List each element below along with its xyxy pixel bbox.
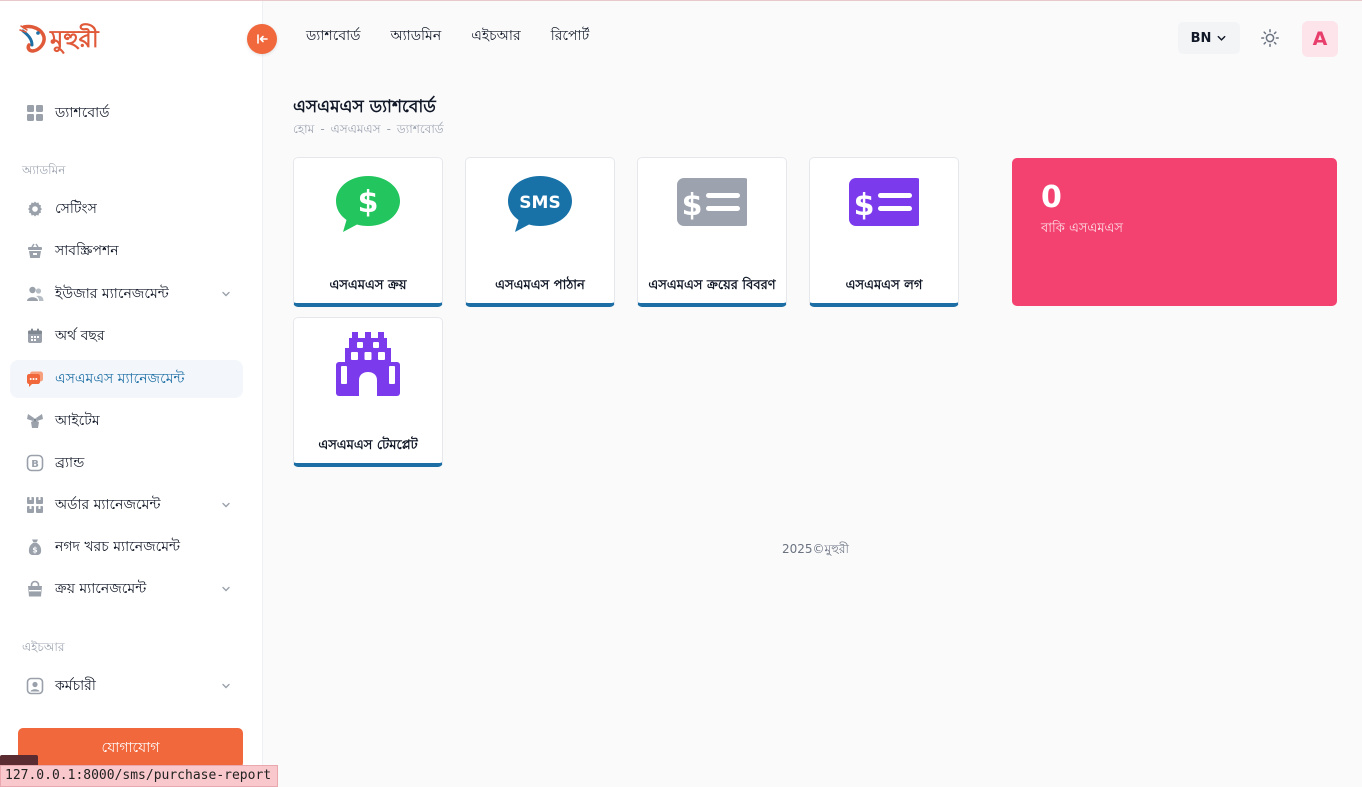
orders-icon: [25, 496, 45, 514]
breadcrumb-home[interactable]: হোম: [293, 122, 314, 136]
brand-icon: B: [25, 454, 45, 472]
brand-name: মুহুরী: [50, 24, 99, 53]
language-selector[interactable]: BN: [1178, 22, 1240, 54]
users-icon: [25, 285, 45, 303]
shopping-bag-icon: [25, 580, 45, 598]
sidebar-item-items[interactable]: আইটেম: [10, 402, 243, 440]
section-title-hr: এইচআর: [22, 640, 65, 654]
theme-toggle[interactable]: [1258, 26, 1282, 50]
sidebar-item-label: কর্মচারী: [55, 678, 96, 694]
sidebar-item-brand[interactable]: B ব্র্যান্ড: [10, 444, 243, 482]
sidebar-item-settings[interactable]: সেটিংস: [10, 190, 243, 228]
breadcrumb-current: ড্যাশবোর্ড: [396, 122, 444, 136]
sidebar-item-purchase-management[interactable]: ক্রয় ম্যানেজমেন্ট: [10, 570, 243, 608]
chevron-down-icon: [1217, 35, 1226, 41]
user-avatar[interactable]: A: [1302, 21, 1338, 57]
card-label: এসএমএস ক্রয়: [329, 278, 407, 293]
shrimp-logo-icon: [19, 24, 46, 53]
employee-icon: [25, 677, 45, 695]
sidebar-item-label: ড্যাশবোর্ড: [55, 105, 110, 121]
sidebar-item-fiscal-year[interactable]: অর্থ বছর: [10, 317, 243, 355]
card-sms-send[interactable]: SMS এসএমএস পাঠান: [465, 157, 615, 307]
basket-icon: [25, 242, 45, 260]
template-building-icon: [336, 332, 400, 396]
sidebar-item-label: অর্থ বছর: [55, 328, 105, 344]
sms-chat-icon: [25, 370, 45, 388]
sidebar-item-order-management[interactable]: অর্ডার ম্যানেজমেন্ট: [10, 486, 243, 524]
topnav-hr[interactable]: এইচআর: [471, 26, 521, 46]
sidebar-item-dashboard[interactable]: ড্যাশবোর্ড: [10, 94, 243, 132]
brand-logo[interactable]: মুহুরী: [18, 23, 99, 55]
sidebar-item-label: সেটিংস: [55, 201, 97, 217]
breadcrumb-separator: -: [386, 122, 391, 136]
items-icon: [25, 412, 45, 430]
card-sms-template[interactable]: এসএমএস টেমপ্লেট: [293, 317, 443, 467]
sms-balance-widget: 0 বাকি এসএমএস: [1012, 158, 1337, 306]
svg-text:B: B: [31, 459, 39, 470]
sidebar-item-label: এসএমএস ম্যানেজমেন্ট: [55, 371, 185, 387]
sidebar-item-sms-management[interactable]: এসএমএস ম্যানেজমেন্ট: [10, 360, 243, 398]
sidebar-item-employee[interactable]: কর্মচারী: [10, 667, 243, 705]
card-sms-purchase[interactable]: $ এসএমএস ক্রয়: [293, 157, 443, 307]
svg-text:SMS: SMS: [519, 193, 560, 213]
chevron-down-icon: [222, 502, 230, 508]
contact-button[interactable]: যোগাযোগ: [18, 728, 243, 768]
sidebar-item-label: সাবস্ক্রিপশন: [55, 243, 119, 259]
sun-icon: [1261, 29, 1279, 47]
sidebar-item-label: নগদ খরচ ম্যানেজমেন্ট: [55, 539, 181, 555]
sidebar-item-user-management[interactable]: ইউজার ম্যানেজমেন্ট: [10, 275, 243, 313]
chevron-down-icon: [222, 586, 230, 592]
money-log-icon: $: [849, 178, 919, 226]
sidebar-item-cash-expense[interactable]: $ নগদ খরচ ম্যানেজমেন্ট: [10, 528, 243, 566]
svg-text:$: $: [682, 188, 703, 223]
money-list-icon: $: [677, 178, 747, 226]
sidebar-collapse-button[interactable]: [247, 24, 277, 54]
cash-bag-icon: $: [25, 538, 45, 556]
grid-icon: [25, 104, 45, 122]
sidebar: মুহুরী ড্যাশবোর্ড অ্যাডমিন সেটিংস সাবস্ক…: [0, 1, 263, 787]
svg-text:$: $: [32, 546, 37, 555]
card-label: এসএমএস লগ: [845, 278, 923, 293]
sms-bubble-icon: SMS: [508, 176, 572, 232]
dollar-chat-icon: $: [336, 176, 400, 232]
svg-text:$: $: [854, 188, 875, 223]
sidebar-item-subscription[interactable]: সাবস্ক্রিপশন: [10, 232, 243, 270]
sidebar-item-label: ক্রয় ম্যানেজমেন্ট: [55, 581, 147, 597]
status-url-bar: 127.0.0.1:8000/sms/purchase-report: [0, 765, 279, 787]
breadcrumb-separator: -: [320, 122, 325, 136]
svg-text:$: $: [358, 185, 379, 220]
sidebar-item-label: অর্ডার ম্যানেজমেন্ট: [55, 497, 161, 513]
card-sms-log[interactable]: $ এসএমএস লগ: [809, 157, 959, 307]
gear-icon: [25, 200, 45, 218]
card-label: এসএমএস পাঠান: [495, 278, 585, 293]
card-sms-purchase-report[interactable]: $ এসএমএস ক্রয়ের বিবরণ: [637, 157, 787, 307]
card-label: এসএমএস টেমপ্লেট: [318, 438, 418, 453]
footer-copyright: 2025©মুহুরী: [782, 542, 849, 556]
section-title-admin: অ্যাডমিন: [22, 163, 66, 177]
chevron-down-icon: [222, 291, 230, 297]
sidebar-item-label: ইউজার ম্যানেজমেন্ট: [55, 286, 169, 302]
page-title: এসএমএস ড্যাশবোর্ড: [293, 97, 436, 117]
collapse-left-icon: [257, 34, 268, 44]
breadcrumb-sms[interactable]: এসএমএস: [331, 122, 381, 136]
sms-balance-value: 0: [1041, 180, 1062, 215]
top-navigation: ড্যাশবোর্ড অ্যাডমিন এইচআর রিপোর্ট: [306, 26, 619, 46]
chevron-down-icon: [222, 683, 230, 689]
breadcrumb: হোম - এসএমএস - ড্যাশবোর্ড: [293, 121, 444, 141]
topnav-dashboard[interactable]: ড্যাশবোর্ড: [306, 26, 361, 46]
sms-balance-caption: বাকি এসএমএস: [1041, 221, 1124, 236]
calendar-icon: [25, 327, 45, 345]
card-label: এসএমএস ক্রয়ের বিবরণ: [648, 278, 776, 293]
topnav-report[interactable]: রিপোর্ট: [551, 26, 590, 46]
sidebar-item-label: আইটেম: [55, 413, 100, 429]
topnav-admin[interactable]: অ্যাডমিন: [391, 26, 442, 46]
language-label: BN: [1190, 30, 1212, 46]
sidebar-item-label: ব্র্যান্ড: [55, 455, 85, 471]
